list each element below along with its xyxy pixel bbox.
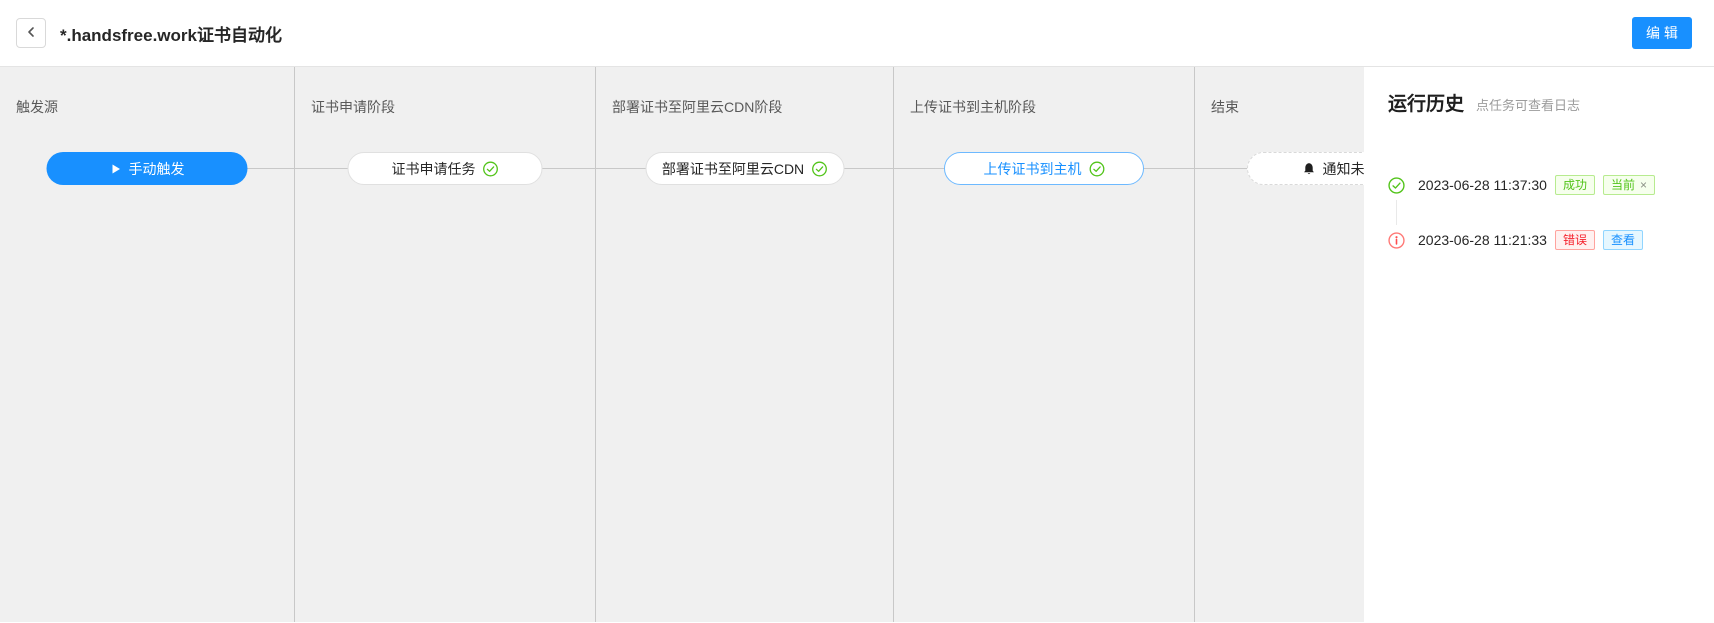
node-label: 部署证书至阿里云CDN (662, 159, 804, 179)
node-label: 通知未设置 (1323, 159, 1365, 179)
check-circle-icon (483, 161, 499, 177)
node-notification[interactable]: 通知未设置 (1247, 152, 1364, 185)
header: *.handsfree.work证书自动化 编 辑 (0, 0, 1714, 67)
play-icon (110, 163, 122, 175)
node-upload-host-task[interactable]: 上传证书到主机 (944, 152, 1144, 185)
page-title: *.handsfree.work证书自动化 (60, 21, 1632, 46)
stage-trigger-source: 触发源 手动触发 (0, 67, 295, 622)
run-history-hint: 点任务可查看日志 (1476, 95, 1580, 114)
check-circle-icon (1089, 161, 1105, 177)
run-timestamp: 2023-06-28 11:37:30 (1418, 177, 1547, 193)
run-timestamp: 2023-06-28 11:21:33 (1418, 232, 1547, 248)
pipeline-canvas: 触发源 手动触发 证书申请阶段 证书申请任务 (0, 67, 1364, 622)
stage-label: 触发源 (16, 97, 294, 117)
back-button[interactable] (16, 18, 46, 48)
run-history-title: 运行历史 (1388, 89, 1464, 116)
stage-cert-request: 证书申请阶段 证书申请任务 (295, 67, 596, 622)
chevron-left-icon (24, 25, 38, 42)
stage-upload-host: 上传证书到主机阶段 上传证书到主机 (894, 67, 1195, 622)
stage-label: 结束 (1211, 97, 1364, 117)
check-circle-icon (811, 161, 827, 177)
history-entry[interactable]: 2023-06-28 11:37:30 成功 当前 × (1388, 174, 1702, 196)
node-label: 证书申请任务 (392, 159, 476, 179)
history-entry[interactable]: 2023-06-28 11:21:33 错误 查看 (1388, 229, 1702, 251)
stage-label: 部署证书至阿里云CDN阶段 (612, 97, 893, 117)
node-cert-request-task[interactable]: 证书申请任务 (348, 152, 543, 185)
status-badge-error: 错误 (1555, 230, 1595, 250)
stage-label: 证书申请阶段 (311, 97, 595, 117)
status-badge-success: 成功 (1555, 175, 1595, 195)
edit-button[interactable]: 编 辑 (1632, 17, 1692, 49)
stage-label: 上传证书到主机阶段 (910, 97, 1194, 117)
stage-deploy-cdn: 部署证书至阿里云CDN阶段 部署证书至阿里云CDN (596, 67, 894, 622)
node-manual-trigger[interactable]: 手动触发 (47, 152, 248, 185)
stage-end: 结束 通知未设置 (1195, 67, 1364, 622)
run-history-panel: 运行历史 点任务可查看日志 2023-06-28 11:37:30 成功 当前 … (1364, 67, 1714, 622)
run-history-timeline: 2023-06-28 11:37:30 成功 当前 × 2023-06-2 (1388, 174, 1702, 251)
timeline-connector (1396, 200, 1397, 225)
close-icon[interactable]: × (1640, 176, 1647, 194)
app-window: *.handsfree.work证书自动化 编 辑 触发源 手动触发 证书申请阶… (0, 0, 1714, 623)
node-label: 手动触发 (129, 159, 185, 179)
run-history-header: 运行历史 点任务可查看日志 (1388, 89, 1702, 116)
view-log-button[interactable]: 查看 (1603, 230, 1643, 250)
bell-icon (1302, 162, 1316, 175)
error-icon (1388, 232, 1405, 249)
success-icon (1388, 177, 1405, 194)
node-deploy-cdn-task[interactable]: 部署证书至阿里云CDN (645, 152, 844, 185)
node-label: 上传证书到主机 (984, 159, 1082, 179)
current-run-badge: 当前 × (1603, 175, 1655, 195)
